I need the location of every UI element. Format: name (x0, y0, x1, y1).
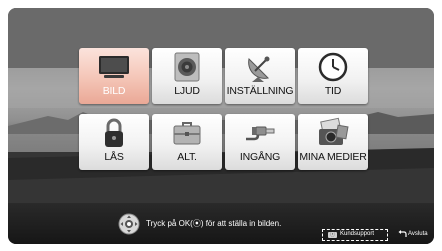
satellite-dish-icon (248, 56, 270, 82)
speaker-icon (174, 52, 200, 82)
tile-label-tid: TID (324, 85, 342, 97)
tile-label-bild: BILD (102, 85, 126, 97)
menu-tile-alt[interactable]: ALT. (152, 114, 222, 170)
cable-plug-icon (246, 126, 275, 141)
menu-tile-bild[interactable]: BILD (79, 48, 149, 104)
menu-tile-installning[interactable]: INSTÄLLNING (225, 48, 295, 104)
exit-label: Avsluta (408, 231, 428, 237)
tile-label-alt: ALT. (177, 151, 197, 163)
hint-text: Tryck på OK(⦿) för att ställa in bilden. (146, 219, 282, 228)
padlock-icon (105, 118, 123, 147)
tile-label-ljud: LJUD (174, 85, 200, 97)
return-arrow-icon (398, 230, 407, 237)
clock-icon (318, 52, 348, 82)
tv-screen: BILD LJUD INSTÄLLNING TID LÅS ALT. INGÅN… (8, 8, 434, 244)
tile-label-mina-medier: MINA MEDIER (299, 151, 367, 163)
tile-label-installning: INSTÄLLNING (226, 85, 294, 97)
tile-label-ingang: INGÅNG (239, 151, 281, 163)
support-label: Kundsupport (340, 231, 375, 237)
tile-label-las: LÅS (104, 151, 124, 163)
ok-dpad-icon (118, 213, 140, 235)
toolbox-icon (173, 122, 201, 145)
menu-tile-mina-medier[interactable]: MINA MEDIER (298, 114, 368, 170)
menu-tile-ljud[interactable]: LJUD (152, 48, 222, 104)
customer-support-button[interactable]: ⓡ Kundsupport (322, 229, 388, 241)
support-badge: ⓡ (328, 232, 337, 238)
media-camera-icon (319, 117, 349, 145)
menu-tile-tid[interactable]: TID (298, 48, 368, 104)
menu-tile-las[interactable]: LÅS (79, 114, 149, 170)
tv-icon (99, 56, 129, 78)
menu-tile-ingang[interactable]: INGÅNG (225, 114, 295, 170)
